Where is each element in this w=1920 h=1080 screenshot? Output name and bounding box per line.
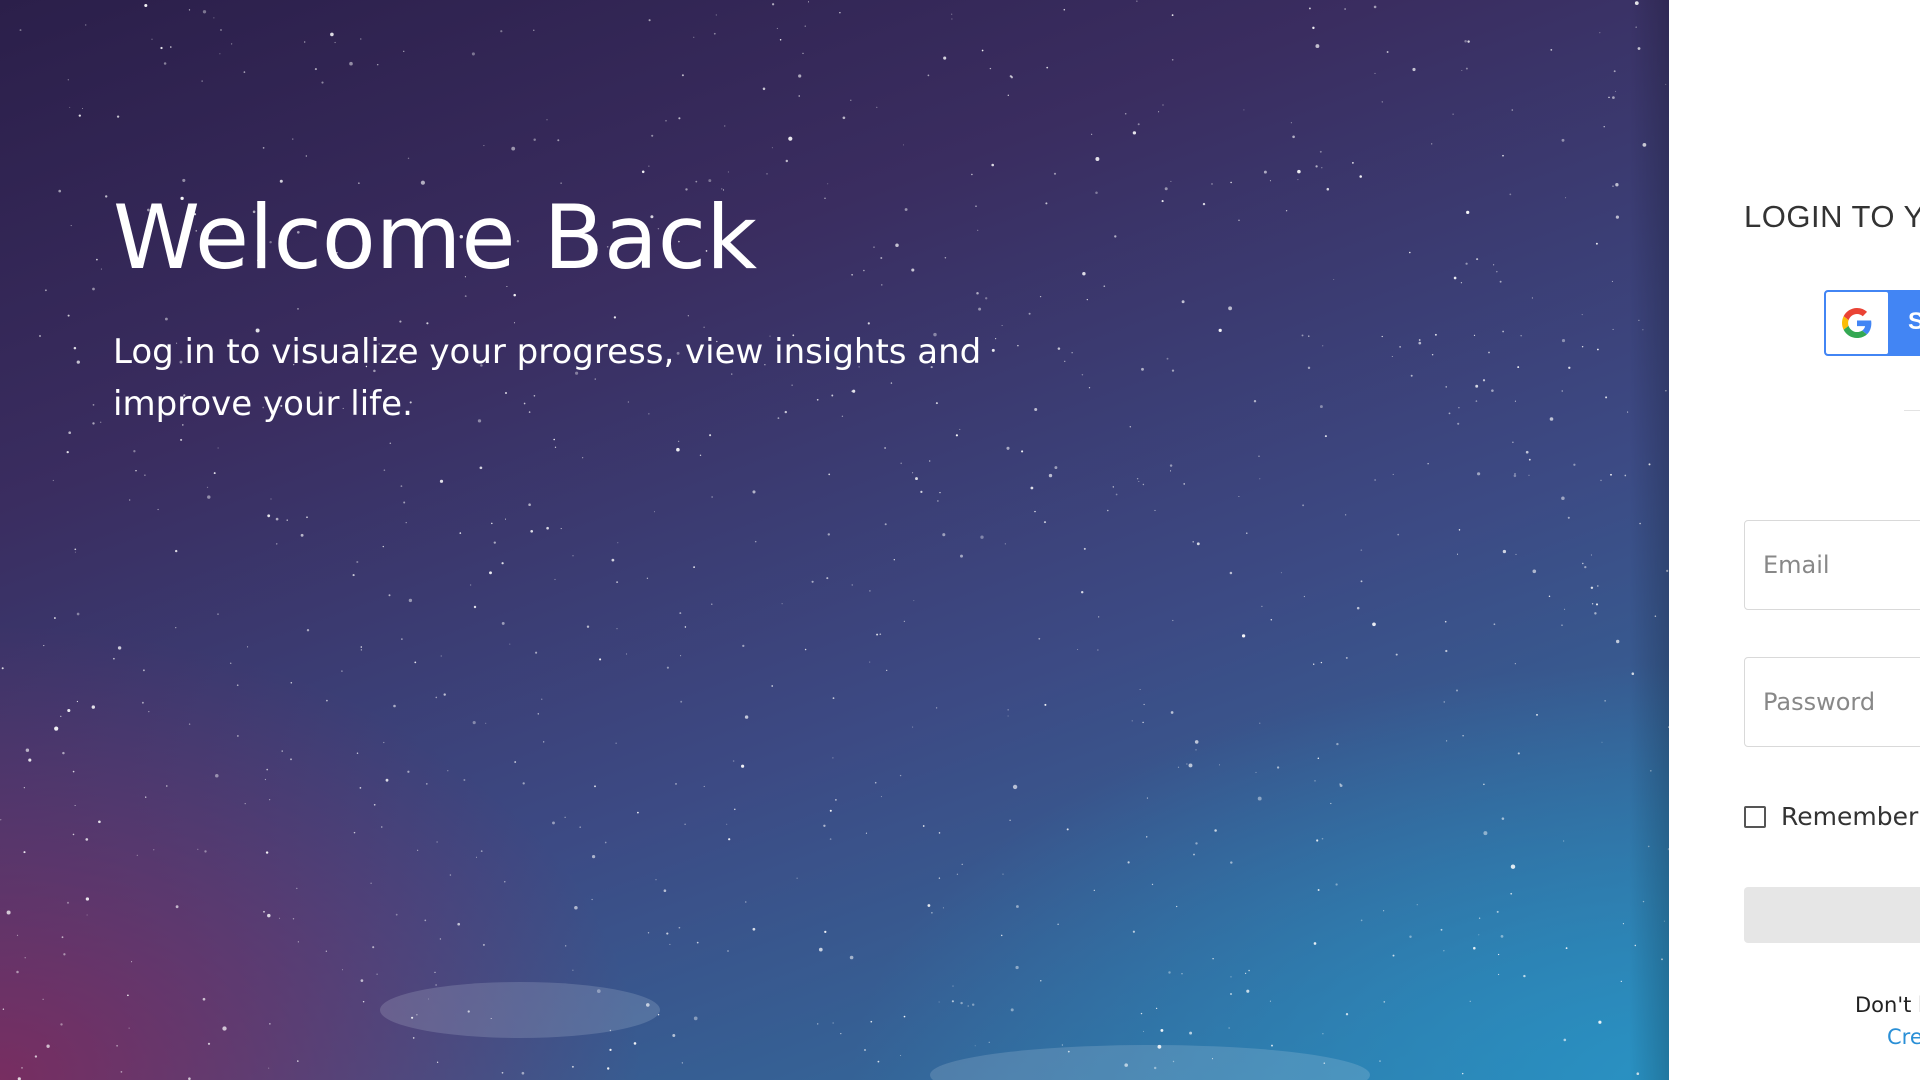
remember-me-checkbox[interactable]	[1744, 806, 1766, 828]
create-account-link[interactable]: Create Account	[1887, 1025, 1920, 1049]
panel-divider-shadow	[1629, 0, 1669, 1080]
welcome-subtitle: Log in to visualize your progress, view …	[113, 332, 982, 424]
or-divider	[1904, 410, 1920, 411]
login-submit-button[interactable]	[1744, 887, 1920, 943]
hero-panel: Welcome Back Log in to visualize your pr…	[0, 0, 1669, 1080]
password-field[interactable]	[1744, 657, 1920, 747]
email-field[interactable]	[1744, 520, 1920, 610]
google-sign-in-label: Sign in with Google	[1908, 308, 1920, 336]
login-panel: LOGIN TO YOUR ACCOUNT Sign in with Googl…	[1669, 0, 1920, 1080]
signup-prompt: Don't have an account?	[1855, 993, 1920, 1017]
welcome-title: Welcome Back	[113, 186, 758, 289]
google-g-icon	[1842, 308, 1872, 338]
google-logo-container	[1826, 292, 1888, 354]
login-heading: LOGIN TO YOUR ACCOUNT	[1744, 199, 1920, 234]
google-sign-in-button[interactable]: Sign in with Google	[1824, 290, 1920, 356]
remember-me-label[interactable]: Remember Me	[1781, 802, 1920, 831]
login-page: Welcome Back Log in to visualize your pr…	[0, 0, 1920, 1080]
starfield-background	[0, 0, 1669, 1080]
